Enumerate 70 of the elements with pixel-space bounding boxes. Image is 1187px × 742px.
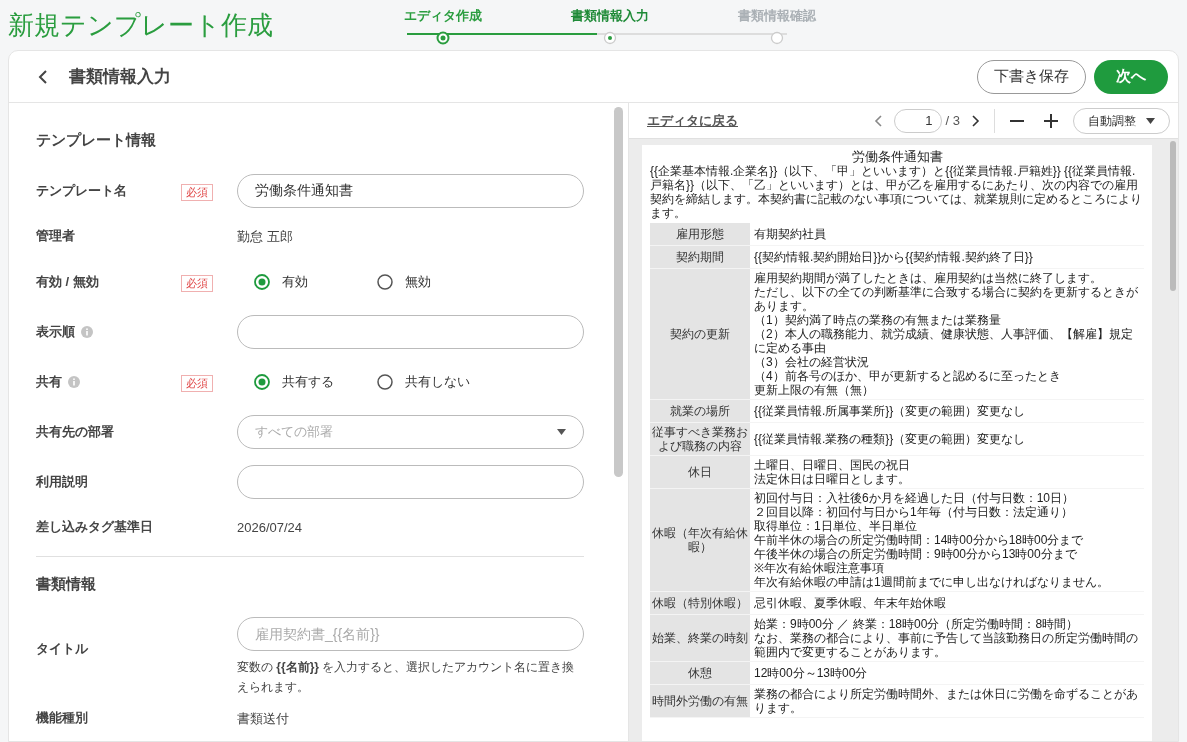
field-label: 有効 / 無効 xyxy=(36,272,99,291)
table-cell: 忌引休暇、夏季休暇、年末年始休暇 xyxy=(754,596,946,610)
editor-back-link[interactable]: エディタに戻る xyxy=(647,110,738,131)
back-icon[interactable] xyxy=(37,68,49,85)
caret-icon xyxy=(1146,117,1155,124)
previous-page-icon[interactable] xyxy=(873,113,884,128)
input-field[interactable] xyxy=(237,314,584,349)
field-label: 共有 xyxy=(36,372,62,391)
field-label: 機能種別 xyxy=(36,708,88,727)
input-field[interactable]: 雇用契約書_{{名前}} xyxy=(237,617,584,651)
next-page-icon[interactable] xyxy=(970,113,980,128)
table-header-cell: 契約期間 xyxy=(676,250,724,264)
field-value: 書類送付 xyxy=(237,710,289,726)
zoom-in-icon[interactable] xyxy=(1043,112,1059,129)
table-header-cell: 雇用形態 xyxy=(676,227,724,241)
app-title: 新規テンプレート作成 xyxy=(7,9,274,42)
table-cell: {{従業員情報.所属事業所}}（変更の範囲）変更なし xyxy=(754,404,1026,418)
table-header-cell: 休憩 xyxy=(688,666,712,680)
radio-option[interactable]: 無効 xyxy=(377,271,500,292)
table-cell: {{契約情報.契約開始日}}から{{契約情報.契約終了日}} xyxy=(754,250,1033,264)
field-label: 管理者 xyxy=(36,227,75,246)
scrollbar[interactable] xyxy=(1170,141,1176,291)
table-header-cell: 契約の更新 xyxy=(670,327,730,341)
page-title: 書類情報入力 xyxy=(69,65,171,88)
next-button[interactable]: 次へ xyxy=(1094,59,1168,94)
table-header-cell: 就業の場所 xyxy=(670,404,730,418)
table-cell: 12時00分～13時00分 xyxy=(754,666,868,680)
radio-option[interactable]: 共有する xyxy=(254,371,377,392)
page-total: / 3 xyxy=(945,111,960,130)
section-title: 書類情報 xyxy=(36,573,97,594)
field-value: 2026/07/24 xyxy=(237,520,303,535)
required-badge: 必須 xyxy=(181,374,213,392)
section-title: テンプレート情報 xyxy=(36,130,157,150)
radio-option[interactable]: 共有しない xyxy=(377,371,500,392)
required-badge: 必須 xyxy=(181,183,213,201)
table-header-cell: 時間外労働の有無 xyxy=(652,694,748,708)
table-cell-text: 業務の都合により所定労働時間外、または休日に労働を命ずることがあります。 xyxy=(754,687,1139,715)
table-header-cell: 休暇（年次有給休暇） xyxy=(652,526,748,554)
save-draft-button[interactable]: 下書き保存 xyxy=(977,59,1086,94)
table-cell: 土曜日、日曜日、国民の祝日 法定休日は日曜日とします。 xyxy=(754,458,910,486)
field-label: 利用説明 xyxy=(36,472,88,491)
table-cell: {{従業員情報.業務の種類}}（変更の範囲）変更なし xyxy=(754,432,1026,446)
table-header-cell: 従事すべき業務および職務の内容 xyxy=(652,425,748,453)
radio-icon[interactable] xyxy=(377,373,393,390)
input-field[interactable] xyxy=(237,464,584,499)
table-header-cell: 休日 xyxy=(688,465,712,479)
radio-icon[interactable] xyxy=(254,273,270,290)
field-label: 共有先の部署 xyxy=(36,422,114,441)
table-header-cell: 始業、終業の時刻 xyxy=(652,631,748,645)
document-title: 労働条件通知書 xyxy=(850,149,944,164)
field-label: テンプレート名 xyxy=(36,181,127,200)
table-cell: 初回付与日：入社後6か月を経過した日（付与日数：10日） ２回目以降：初回付与日から1年毎（付与日数：法定通り） 取得単位：1日単位、半日単位 午前半休の場合の所定労働時間：14時00分から18時00分まで 午後半休の場合の所定労働時間：9時00分から13時00分まで ※年次有給休暇注意事項 年次有給休暇の申請は1週間前までに申し出なければなりません。 xyxy=(754,491,1109,589)
table-header-cell: 休暇（特別休暇） xyxy=(652,596,748,610)
caret-icon xyxy=(557,428,566,435)
document-paragraph: {{企業基本情報.企業名}}（以下、「甲」といいます）と{{従業員情報.戸籍姓}} {{従業員情報.戸籍名}}（以下、「乙」といいます）とは、甲が乙を雇用するにあたり、次の内容での雇用契約を締結します。本契約書に記載のない事項については、就業規則に定めるところによります。 xyxy=(650,164,1143,220)
table-cell-text: 雇用契約期間が満了したときは、雇用契約は当然に終了します。 ただし、以下の全ての判断基準に合致する場合に契約を更新するときがあります。 （1）契約満了時点の業務の有無または業務量 （2）本人の職務能力、就労成績、健康状態、人事評価、【解雇】規定に定める事由 （3）会社の経営状況 （4）前各号のほか、甲が更新すると認めるに至ったとき 更新上限の有無（無） xyxy=(754,271,1139,397)
input-field[interactable]: 労働条件通知書 xyxy=(237,173,584,208)
radio-option[interactable]: 有効 xyxy=(254,271,377,292)
field-label: タイトル xyxy=(36,640,88,658)
radio-icon[interactable] xyxy=(377,273,393,290)
field-value: 勤怠 五郎 xyxy=(237,229,293,244)
help-text: 変数の {{名前}} を入力すると、選択したアカウント名に置き換えられます。 xyxy=(237,659,576,696)
field-label: 表示順 xyxy=(36,322,75,341)
scrollbar[interactable] xyxy=(614,107,623,477)
step-label[interactable]: 書類情報入力 xyxy=(571,6,649,26)
radio-icon[interactable] xyxy=(254,373,270,390)
field-label: 差し込みタグ基準日 xyxy=(36,518,153,537)
table-cell: 有期契約社員 xyxy=(754,227,826,241)
required-badge: 必須 xyxy=(181,274,213,292)
table-cell-text: 始業：9時00分 ／ 終業：18時00分（所定労働時間：8時間） なお、業務の都合により、事前に予告して当該勤務日の所定労働時間の範囲内で変更することがあります。 xyxy=(754,617,1139,659)
